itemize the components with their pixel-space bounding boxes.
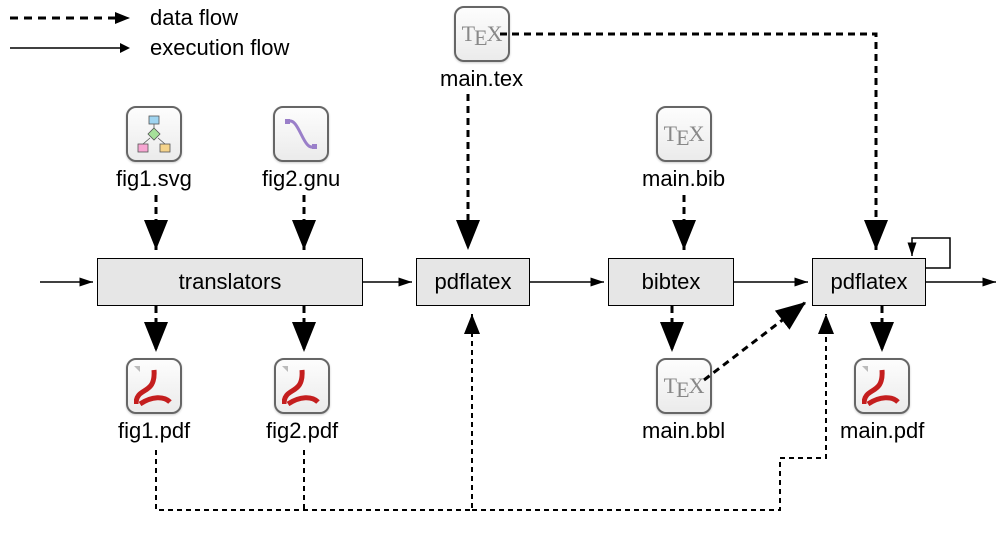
legend-execution-flow-row: execution flow [10, 35, 289, 61]
file-main-pdf: main.pdf [840, 358, 924, 444]
file-fig1-svg: fig1.svg [116, 106, 192, 192]
legend-data-flow-row: data flow [10, 5, 289, 31]
file-fig1-svg-label: fig1.svg [116, 166, 192, 192]
file-main-bib-label: main.bib [642, 166, 725, 192]
process-translators-label: translators [179, 269, 282, 295]
process-pdflatex-2-label: pdflatex [830, 269, 907, 295]
gnu-curve-icon [273, 106, 329, 162]
file-fig1-pdf: fig1.pdf [118, 358, 190, 444]
pdf-icon [854, 358, 910, 414]
file-main-bbl-label: main.bbl [642, 418, 725, 444]
legend-data-flow-label: data flow [150, 5, 238, 31]
file-main-tex: TEX main.tex [440, 6, 523, 92]
process-translators: translators [97, 258, 363, 306]
file-fig2-gnu: fig2.gnu [262, 106, 340, 192]
tex-icon: TEX [656, 358, 712, 414]
file-fig2-pdf-label: fig2.pdf [266, 418, 338, 444]
file-fig1-pdf-label: fig1.pdf [118, 418, 190, 444]
file-fig2-gnu-label: fig2.gnu [262, 166, 340, 192]
solid-arrow-icon [10, 38, 130, 58]
file-fig2-pdf: fig2.pdf [266, 358, 338, 444]
legend: data flow execution flow [10, 5, 289, 65]
pdf-icon [274, 358, 330, 414]
tex-icon: TEX [656, 106, 712, 162]
process-pdflatex-1-label: pdflatex [434, 269, 511, 295]
dashed-arrow-icon [10, 8, 130, 28]
tex-icon: TEX [454, 6, 510, 62]
file-main-pdf-label: main.pdf [840, 418, 924, 444]
file-main-bib: TEX main.bib [642, 106, 725, 192]
process-pdflatex-2: pdflatex [812, 258, 926, 306]
file-main-tex-label: main.tex [440, 66, 523, 92]
file-main-bbl: TEX main.bbl [642, 358, 725, 444]
process-pdflatex-1: pdflatex [416, 258, 530, 306]
svg-diagram-icon [126, 106, 182, 162]
process-bibtex-label: bibtex [642, 269, 701, 295]
process-bibtex: bibtex [608, 258, 734, 306]
pdf-icon [126, 358, 182, 414]
legend-execution-flow-label: execution flow [150, 35, 289, 61]
